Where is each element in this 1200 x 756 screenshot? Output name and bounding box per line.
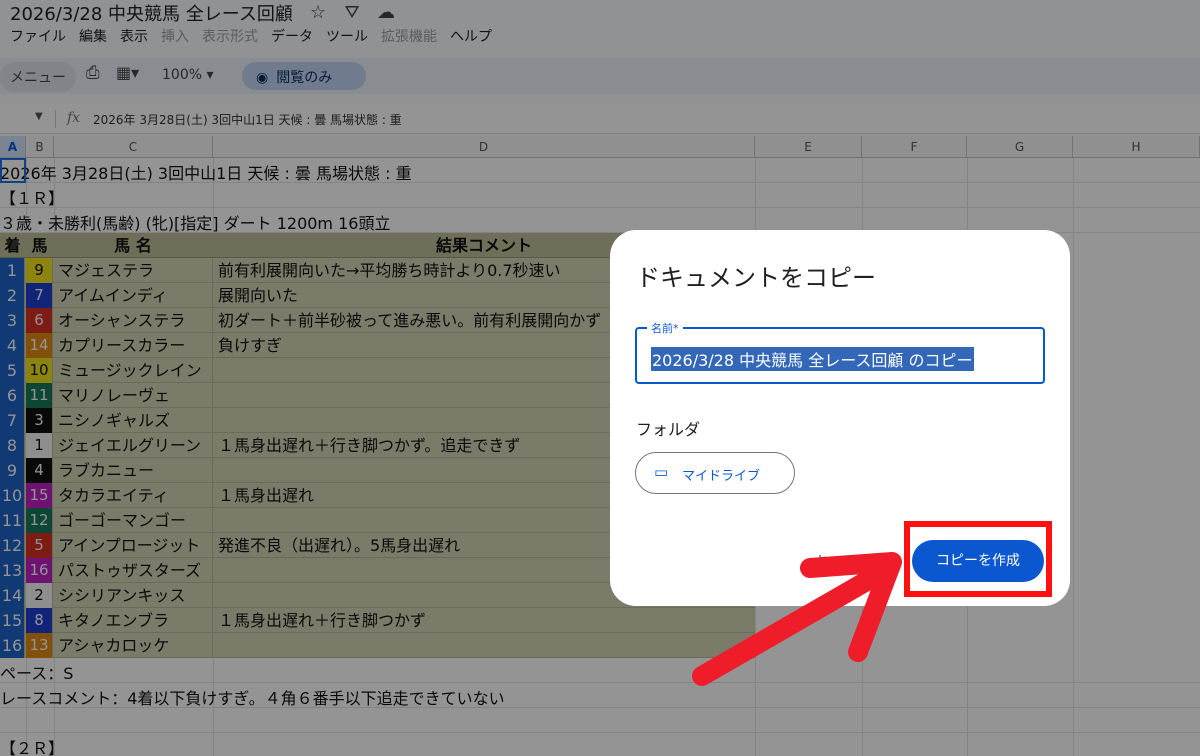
annotation-arrow-icon — [692, 552, 902, 686]
arrow-shaft — [692, 568, 882, 686]
